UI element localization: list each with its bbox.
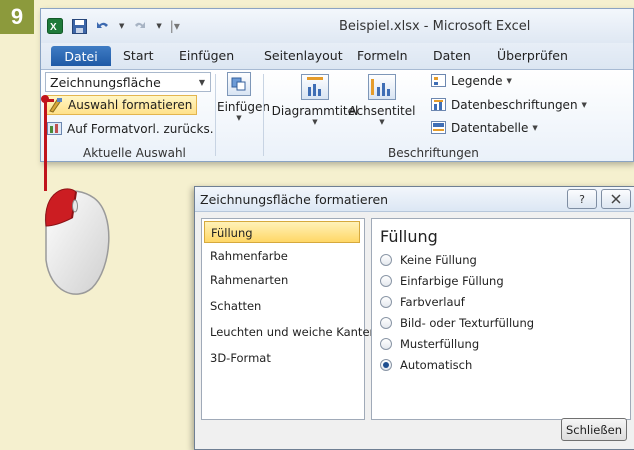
radio-circle <box>380 254 392 266</box>
format-selection-label: Auswahl formatieren <box>68 98 193 112</box>
tab-ueberpruefen[interactable]: Überprüfen <box>497 48 568 63</box>
ribbon: Zeichnungsfläche ▼ Auswahl formatieren A… <box>41 70 633 161</box>
undo-dropdown-icon[interactable]: ▼ <box>119 22 124 30</box>
insert-dropdown-icon: ▼ <box>236 114 242 122</box>
tab-datei[interactable]: Datei <box>51 46 111 66</box>
radio-solid-fill[interactable]: Einfarbige Füllung <box>380 274 504 288</box>
insert-shapes-icon <box>227 72 251 96</box>
category-3d-format[interactable]: 3D-Format <box>204 347 360 369</box>
tab-seitenlayout[interactable]: Seitenlayout <box>264 48 343 63</box>
dialog-title-bar: Zeichnungsfläche formatieren ? <box>195 187 634 212</box>
insert-label: Einfügen <box>217 100 270 114</box>
quick-access-toolbar: X ▼ ▼ |▾ <box>47 18 180 34</box>
data-table-dropdown-icon: ▼ <box>532 124 538 132</box>
legend-button[interactable]: Legende ▼ <box>431 74 512 88</box>
panel-heading: Füllung <box>380 227 438 246</box>
undo-icon[interactable] <box>95 18 111 34</box>
data-labels-dropdown-icon: ▼ <box>581 101 587 109</box>
mouse-icon <box>45 188 110 295</box>
radio-circle <box>380 338 392 350</box>
radio-circle <box>380 317 392 329</box>
category-glow-soft-edges[interactable]: Leuchten und weiche Kanten <box>204 321 377 343</box>
legend-label: Legende <box>451 74 503 88</box>
dialog-close-button[interactable] <box>601 189 631 209</box>
help-button[interactable]: ? <box>567 189 597 209</box>
legend-dropdown-icon: ▼ <box>506 77 512 85</box>
close-icon <box>611 194 621 204</box>
step-number-badge: 9 <box>0 0 34 34</box>
reset-style-icon <box>47 122 62 135</box>
format-plot-area-dialog: Zeichnungsfläche formatieren ? Füllung R… <box>194 186 634 450</box>
svg-text:X: X <box>50 22 57 33</box>
fill-options-panel: Füllung Keine Füllung Einfarbige Füllung… <box>371 218 631 420</box>
excel-window: X ▼ ▼ |▾ Beispiel.xlsx - Microsoft Excel… <box>40 8 634 162</box>
category-border-styles[interactable]: Rahmenarten <box>204 269 360 291</box>
radio-automatic[interactable]: Automatisch <box>380 358 472 372</box>
radio-no-fill[interactable]: Keine Füllung <box>380 253 477 267</box>
data-table-label: Datentabelle <box>451 121 529 135</box>
tab-einfuegen[interactable]: Einfügen <box>179 48 234 63</box>
radio-circle <box>380 275 392 287</box>
radio-circle-selected <box>380 359 392 371</box>
radio-label: Bild- oder Texturfüllung <box>400 316 535 330</box>
legend-icon <box>431 74 446 87</box>
radio-label: Automatisch <box>400 358 473 372</box>
group-separator <box>215 74 216 156</box>
axis-title-label: Achsentitel <box>348 104 416 118</box>
reset-to-style-button[interactable]: Auf Formatvorl. zurücks. <box>47 122 214 136</box>
format-selection-button[interactable]: Auswahl formatieren <box>45 95 198 115</box>
category-fill[interactable]: Füllung <box>204 221 360 243</box>
pointer-line-end <box>44 99 54 102</box>
data-table-icon <box>431 121 446 134</box>
radio-gradient-fill[interactable]: Farbverlauf <box>380 295 465 309</box>
redo-dropdown-icon[interactable]: ▼ <box>156 22 161 30</box>
category-shadow[interactable]: Schatten <box>204 295 360 317</box>
axis-title-icon <box>368 74 396 100</box>
tab-daten[interactable]: Daten <box>433 48 471 63</box>
data-labels-label: Datenbeschriftungen <box>451 98 578 112</box>
radio-label: Einfarbige Füllung <box>400 274 504 288</box>
radio-pattern-fill[interactable]: Musterfüllung <box>380 337 479 351</box>
reset-to-style-label: Auf Formatvorl. zurücks. <box>67 122 214 136</box>
axis-title-button[interactable]: Achsentitel ▼ <box>347 74 417 126</box>
chart-title-icon <box>301 74 329 100</box>
excel-logo-icon[interactable]: X <box>47 18 63 34</box>
radio-label: Farbverlauf <box>400 295 465 309</box>
window-title: Beispiel.xlsx - Microsoft Excel <box>339 19 531 34</box>
close-dialog-button[interactable]: Schließen <box>561 418 627 441</box>
customize-qat-icon[interactable]: |▾ <box>170 19 180 33</box>
data-labels-icon <box>431 98 446 111</box>
redo-icon[interactable] <box>132 18 148 34</box>
group-separator <box>263 74 264 156</box>
category-list: Füllung Rahmenfarbe Rahmenarten Schatten… <box>201 218 377 420</box>
chevron-down-icon: ▼ <box>198 78 205 87</box>
radio-picture-texture-fill[interactable]: Bild- oder Texturfüllung <box>380 316 534 330</box>
data-table-button[interactable]: Datentabelle ▼ <box>431 121 538 135</box>
insert-button[interactable]: Einfügen ▼ <box>217 72 270 122</box>
dialog-title: Zeichnungsfläche formatieren <box>200 192 389 207</box>
chart-element-dropdown[interactable]: Zeichnungsfläche ▼ <box>45 72 211 92</box>
title-bar: X ▼ ▼ |▾ Beispiel.xlsx - Microsoft Excel <box>41 9 633 43</box>
pointer-line <box>44 99 47 191</box>
tab-formeln[interactable]: Formeln <box>357 48 408 63</box>
data-labels-button[interactable]: Datenbeschriftungen ▼ <box>431 98 587 112</box>
category-border-color[interactable]: Rahmenfarbe <box>204 245 360 267</box>
ribbon-tabs: Datei Start Einfügen Seitenlayout Formel… <box>41 43 633 70</box>
labels-group-label: Beschriftungen <box>388 146 479 160</box>
tab-start[interactable]: Start <box>123 48 154 63</box>
radio-label: Keine Füllung <box>400 253 477 267</box>
radio-label: Musterfüllung <box>400 337 480 351</box>
current-selection-group-label: Aktuelle Auswahl <box>83 146 186 160</box>
chart-element-value: Zeichnungsfläche <box>50 75 161 90</box>
axis-title-dropdown-icon: ▼ <box>379 118 385 126</box>
radio-circle <box>380 296 392 308</box>
save-icon[interactable] <box>71 18 87 34</box>
